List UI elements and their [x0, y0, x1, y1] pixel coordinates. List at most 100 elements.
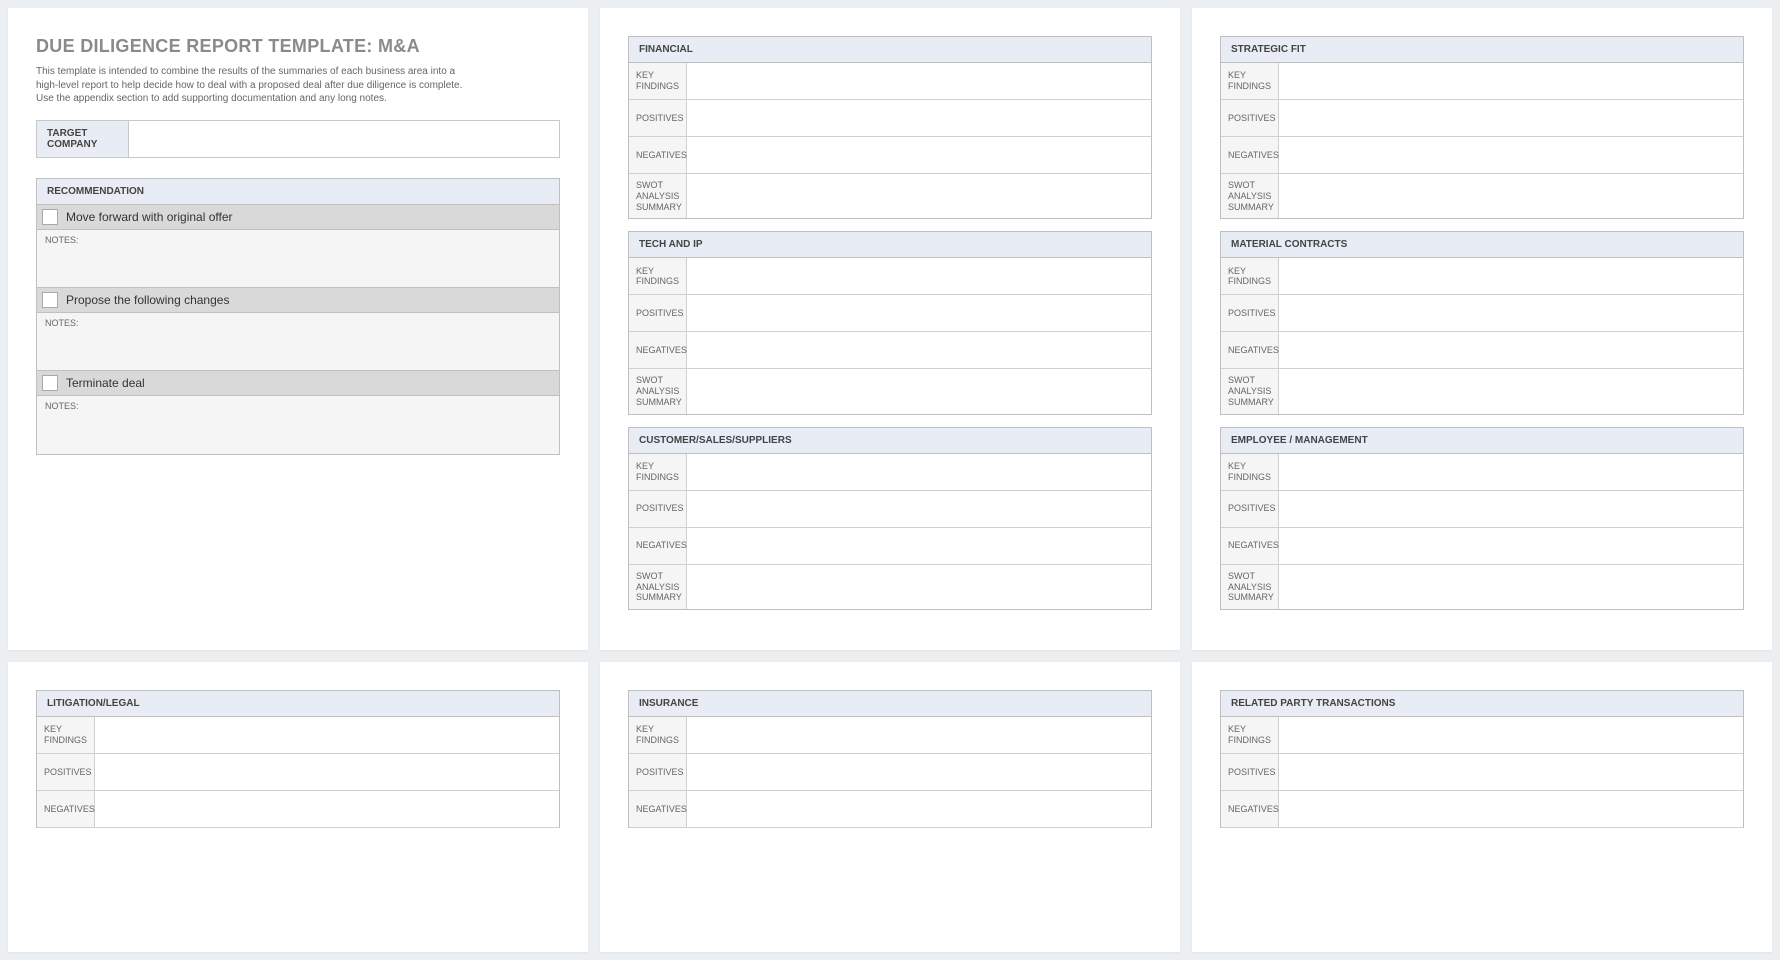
row-value[interactable]	[687, 63, 1151, 99]
rec-option-terminate: Terminate deal	[37, 371, 559, 396]
row-positives: POSITIVES	[1221, 100, 1279, 136]
page-litigation: LITIGATION/LEGAL KEY FINDINGS POSITIVES …	[8, 662, 588, 952]
notes-block-changes[interactable]: NOTES:	[37, 313, 559, 371]
row-key-findings: KEY FINDINGS	[1221, 258, 1279, 294]
row-negatives: NEGATIVES	[629, 332, 687, 368]
row-swot: SWOT ANALYSIS SUMMARY	[629, 369, 687, 413]
section-insurance: INSURANCE KEY FINDINGS POSITIVES NEGATIV…	[628, 690, 1152, 828]
row-negatives: NEGATIVES	[1221, 528, 1279, 564]
row-key-findings: KEY FINDINGS	[629, 717, 687, 753]
row-value[interactable]	[687, 454, 1151, 490]
section-tech-ip: TECH AND IP KEY FINDINGS POSITIVES NEGAT…	[628, 231, 1152, 414]
section-header: EMPLOYEE / MANAGEMENT	[1221, 428, 1743, 454]
row-value[interactable]	[1279, 454, 1743, 490]
rec-checkbox-changes[interactable]	[42, 292, 58, 308]
section-header: MATERIAL CONTRACTS	[1221, 232, 1743, 258]
row-value[interactable]	[687, 174, 1151, 218]
page-col2: FINANCIAL KEY FINDINGS POSITIVES NEGATIV…	[600, 8, 1180, 650]
row-key-findings: KEY FINDINGS	[629, 454, 687, 490]
row-value[interactable]	[95, 754, 559, 790]
row-value[interactable]	[687, 528, 1151, 564]
row-swot: SWOT ANALYSIS SUMMARY	[629, 565, 687, 609]
rec-option-changes: Propose the following changes	[37, 288, 559, 313]
row-value[interactable]	[687, 565, 1151, 609]
row-negatives: NEGATIVES	[1221, 137, 1279, 173]
row-value[interactable]	[687, 791, 1151, 827]
row-positives: POSITIVES	[1221, 754, 1279, 790]
row-value[interactable]	[1279, 258, 1743, 294]
notes-label: NOTES:	[45, 318, 551, 328]
row-value[interactable]	[687, 369, 1151, 413]
rec-label-changes: Propose the following changes	[66, 293, 229, 307]
row-value[interactable]	[687, 100, 1151, 136]
row-swot: SWOT ANALYSIS SUMMARY	[1221, 369, 1279, 413]
rec-label-forward: Move forward with original offer	[66, 210, 233, 224]
row-value[interactable]	[1279, 332, 1743, 368]
section-header: FINANCIAL	[629, 37, 1151, 63]
row-positives: POSITIVES	[629, 295, 687, 331]
row-value[interactable]	[687, 137, 1151, 173]
row-negatives: NEGATIVES	[629, 528, 687, 564]
recommendation-box: RECOMMENDATION Move forward with origina…	[36, 178, 560, 455]
row-value[interactable]	[1279, 791, 1743, 827]
row-value[interactable]	[1279, 565, 1743, 609]
row-value[interactable]	[1279, 174, 1743, 218]
rec-option-forward: Move forward with original offer	[37, 205, 559, 230]
row-value[interactable]	[95, 717, 559, 753]
row-swot: SWOT ANALYSIS SUMMARY	[629, 174, 687, 218]
target-company-input[interactable]	[129, 121, 559, 157]
section-strategic: STRATEGIC FIT KEY FINDINGS POSITIVES NEG…	[1220, 36, 1744, 219]
row-value[interactable]	[1279, 369, 1743, 413]
row-value[interactable]	[1279, 717, 1743, 753]
row-value[interactable]	[687, 717, 1151, 753]
section-material: MATERIAL CONTRACTS KEY FINDINGS POSITIVE…	[1220, 231, 1744, 414]
section-header: STRATEGIC FIT	[1221, 37, 1743, 63]
row-value[interactable]	[95, 791, 559, 827]
row-key-findings: KEY FINDINGS	[37, 717, 95, 753]
row-negatives: NEGATIVES	[1221, 791, 1279, 827]
page-col3: STRATEGIC FIT KEY FINDINGS POSITIVES NEG…	[1192, 8, 1772, 650]
section-employee: EMPLOYEE / MANAGEMENT KEY FINDINGS POSIT…	[1220, 427, 1744, 610]
row-key-findings: KEY FINDINGS	[1221, 717, 1279, 753]
row-positives: POSITIVES	[1221, 295, 1279, 331]
notes-block-forward[interactable]: NOTES:	[37, 230, 559, 288]
row-value[interactable]	[687, 754, 1151, 790]
section-header: CUSTOMER/SALES/SUPPLIERS	[629, 428, 1151, 454]
row-negatives: NEGATIVES	[629, 791, 687, 827]
row-value[interactable]	[687, 295, 1151, 331]
page-insurance: INSURANCE KEY FINDINGS POSITIVES NEGATIV…	[600, 662, 1180, 952]
rec-checkbox-terminate[interactable]	[42, 375, 58, 391]
section-customer: CUSTOMER/SALES/SUPPLIERS KEY FINDINGS PO…	[628, 427, 1152, 610]
section-header: TECH AND IP	[629, 232, 1151, 258]
row-negatives: NEGATIVES	[1221, 332, 1279, 368]
recommendation-header: RECOMMENDATION	[37, 179, 559, 205]
rec-checkbox-forward[interactable]	[42, 209, 58, 225]
row-positives: POSITIVES	[629, 100, 687, 136]
row-positives: POSITIVES	[37, 754, 95, 790]
notes-block-terminate[interactable]: NOTES:	[37, 396, 559, 454]
row-value[interactable]	[1279, 137, 1743, 173]
section-litigation: LITIGATION/LEGAL KEY FINDINGS POSITIVES …	[36, 690, 560, 828]
row-negatives: NEGATIVES	[629, 137, 687, 173]
row-swot: SWOT ANALYSIS SUMMARY	[1221, 565, 1279, 609]
page-grid: DUE DILIGENCE REPORT TEMPLATE: M&A This …	[8, 8, 1772, 952]
section-related: RELATED PARTY TRANSACTIONS KEY FINDINGS …	[1220, 690, 1744, 828]
row-key-findings: KEY FINDINGS	[629, 258, 687, 294]
row-swot: SWOT ANALYSIS SUMMARY	[1221, 174, 1279, 218]
page-related: RELATED PARTY TRANSACTIONS KEY FINDINGS …	[1192, 662, 1772, 952]
row-negatives: NEGATIVES	[37, 791, 95, 827]
row-value[interactable]	[687, 332, 1151, 368]
row-value[interactable]	[1279, 295, 1743, 331]
row-value[interactable]	[687, 491, 1151, 527]
row-key-findings: KEY FINDINGS	[1221, 63, 1279, 99]
target-company-label: TARGET COMPANY	[37, 121, 129, 157]
row-value[interactable]	[1279, 63, 1743, 99]
row-value[interactable]	[1279, 491, 1743, 527]
document-title: DUE DILIGENCE REPORT TEMPLATE: M&A	[36, 36, 560, 57]
section-header: LITIGATION/LEGAL	[37, 691, 559, 717]
row-value[interactable]	[1279, 528, 1743, 564]
row-value[interactable]	[1279, 754, 1743, 790]
row-value[interactable]	[687, 258, 1151, 294]
notes-label: NOTES:	[45, 401, 551, 411]
row-value[interactable]	[1279, 100, 1743, 136]
